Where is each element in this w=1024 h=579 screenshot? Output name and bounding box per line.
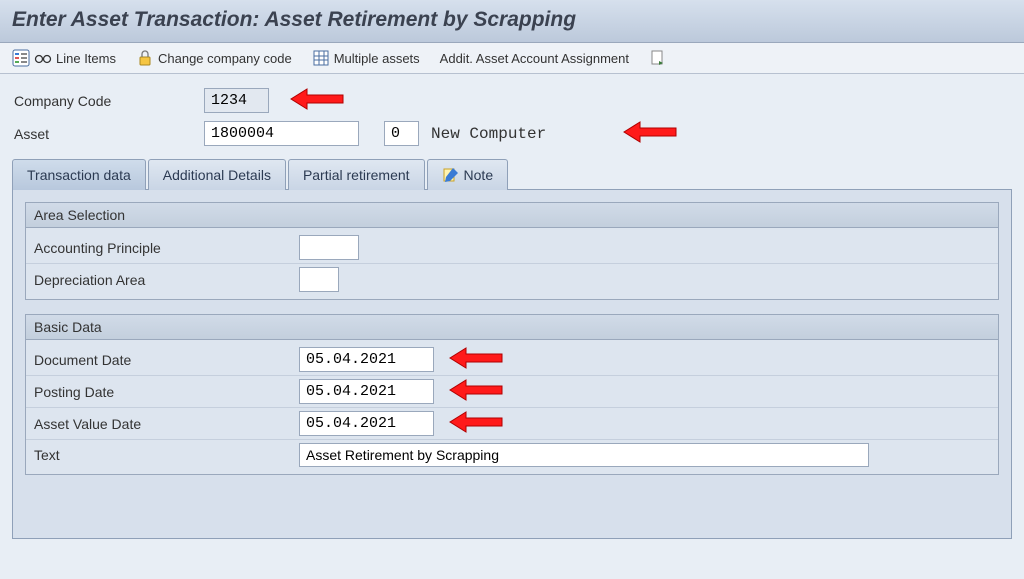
multiple-assets-label: Multiple assets: [334, 51, 420, 66]
document-date-field[interactable]: [299, 347, 434, 372]
document-forward-icon: [649, 49, 667, 67]
posting-date-label: Posting Date: [34, 384, 299, 400]
accounting-principle-label: Accounting Principle: [34, 240, 299, 256]
document-date-label: Document Date: [34, 352, 299, 368]
change-company-label: Change company code: [158, 51, 292, 66]
text-label: Text: [34, 447, 299, 463]
tab-note[interactable]: Note: [427, 159, 509, 190]
basic-data-title: Basic Data: [26, 315, 998, 340]
asset-description: New Computer: [431, 125, 546, 143]
tab-body: Area Selection Accounting Principle Depr…: [12, 189, 1012, 539]
asset-number-field[interactable]: [204, 121, 359, 146]
area-selection-title: Area Selection: [26, 203, 998, 228]
glasses-icon: [34, 49, 52, 67]
grid-icon: [312, 49, 330, 67]
line-items-button[interactable]: Line Items: [12, 49, 116, 67]
lock-change-icon: [136, 49, 154, 67]
note-icon: [442, 166, 460, 184]
depreciation-area-label: Depreciation Area: [34, 272, 299, 288]
text-field[interactable]: [299, 443, 869, 467]
asset-subnumber-field[interactable]: [384, 121, 419, 146]
annotation-arrow: [448, 411, 504, 433]
annotation-arrow: [622, 121, 678, 143]
tab-note-label: Note: [464, 167, 494, 183]
page-title: Enter Asset Transaction: Asset Retiremen…: [0, 0, 1024, 43]
change-company-code-button[interactable]: Change company code: [136, 49, 292, 67]
line-items-label: Line Items: [56, 51, 116, 66]
basic-data-group: Basic Data Document Date Posting Date: [25, 314, 999, 475]
asset-value-date-field[interactable]: [299, 411, 434, 436]
toolbar: Line Items Change company code Multiple …: [0, 43, 1024, 74]
area-selection-group: Area Selection Accounting Principle Depr…: [25, 202, 999, 300]
annotation-arrow: [448, 347, 504, 369]
posting-date-field[interactable]: [299, 379, 434, 404]
tab-container: Transaction data Additional Details Part…: [12, 158, 1012, 539]
company-code-label: Company Code: [14, 93, 204, 109]
addit-assignment-label: Addit. Asset Account Assignment: [440, 51, 629, 66]
asset-value-date-label: Asset Value Date: [34, 416, 299, 432]
tab-transaction-data[interactable]: Transaction data: [12, 159, 146, 190]
company-code-field[interactable]: [204, 88, 269, 113]
asset-label: Asset: [14, 126, 204, 142]
accounting-principle-field[interactable]: [299, 235, 359, 260]
header-form: Company Code Asset New Computer: [0, 74, 1024, 146]
depreciation-area-field[interactable]: [299, 267, 339, 292]
annotation-arrow: [448, 379, 504, 401]
tab-partial-retirement[interactable]: Partial retirement: [288, 159, 425, 190]
tab-additional-details[interactable]: Additional Details: [148, 159, 286, 190]
tab-strip: Transaction data Additional Details Part…: [12, 159, 1012, 190]
post-button[interactable]: [649, 49, 667, 67]
annotation-arrow: [289, 88, 345, 110]
addit-assignment-button[interactable]: Addit. Asset Account Assignment: [440, 51, 629, 66]
multiple-assets-button[interactable]: Multiple assets: [312, 49, 420, 67]
line-items-icon: [12, 49, 30, 67]
